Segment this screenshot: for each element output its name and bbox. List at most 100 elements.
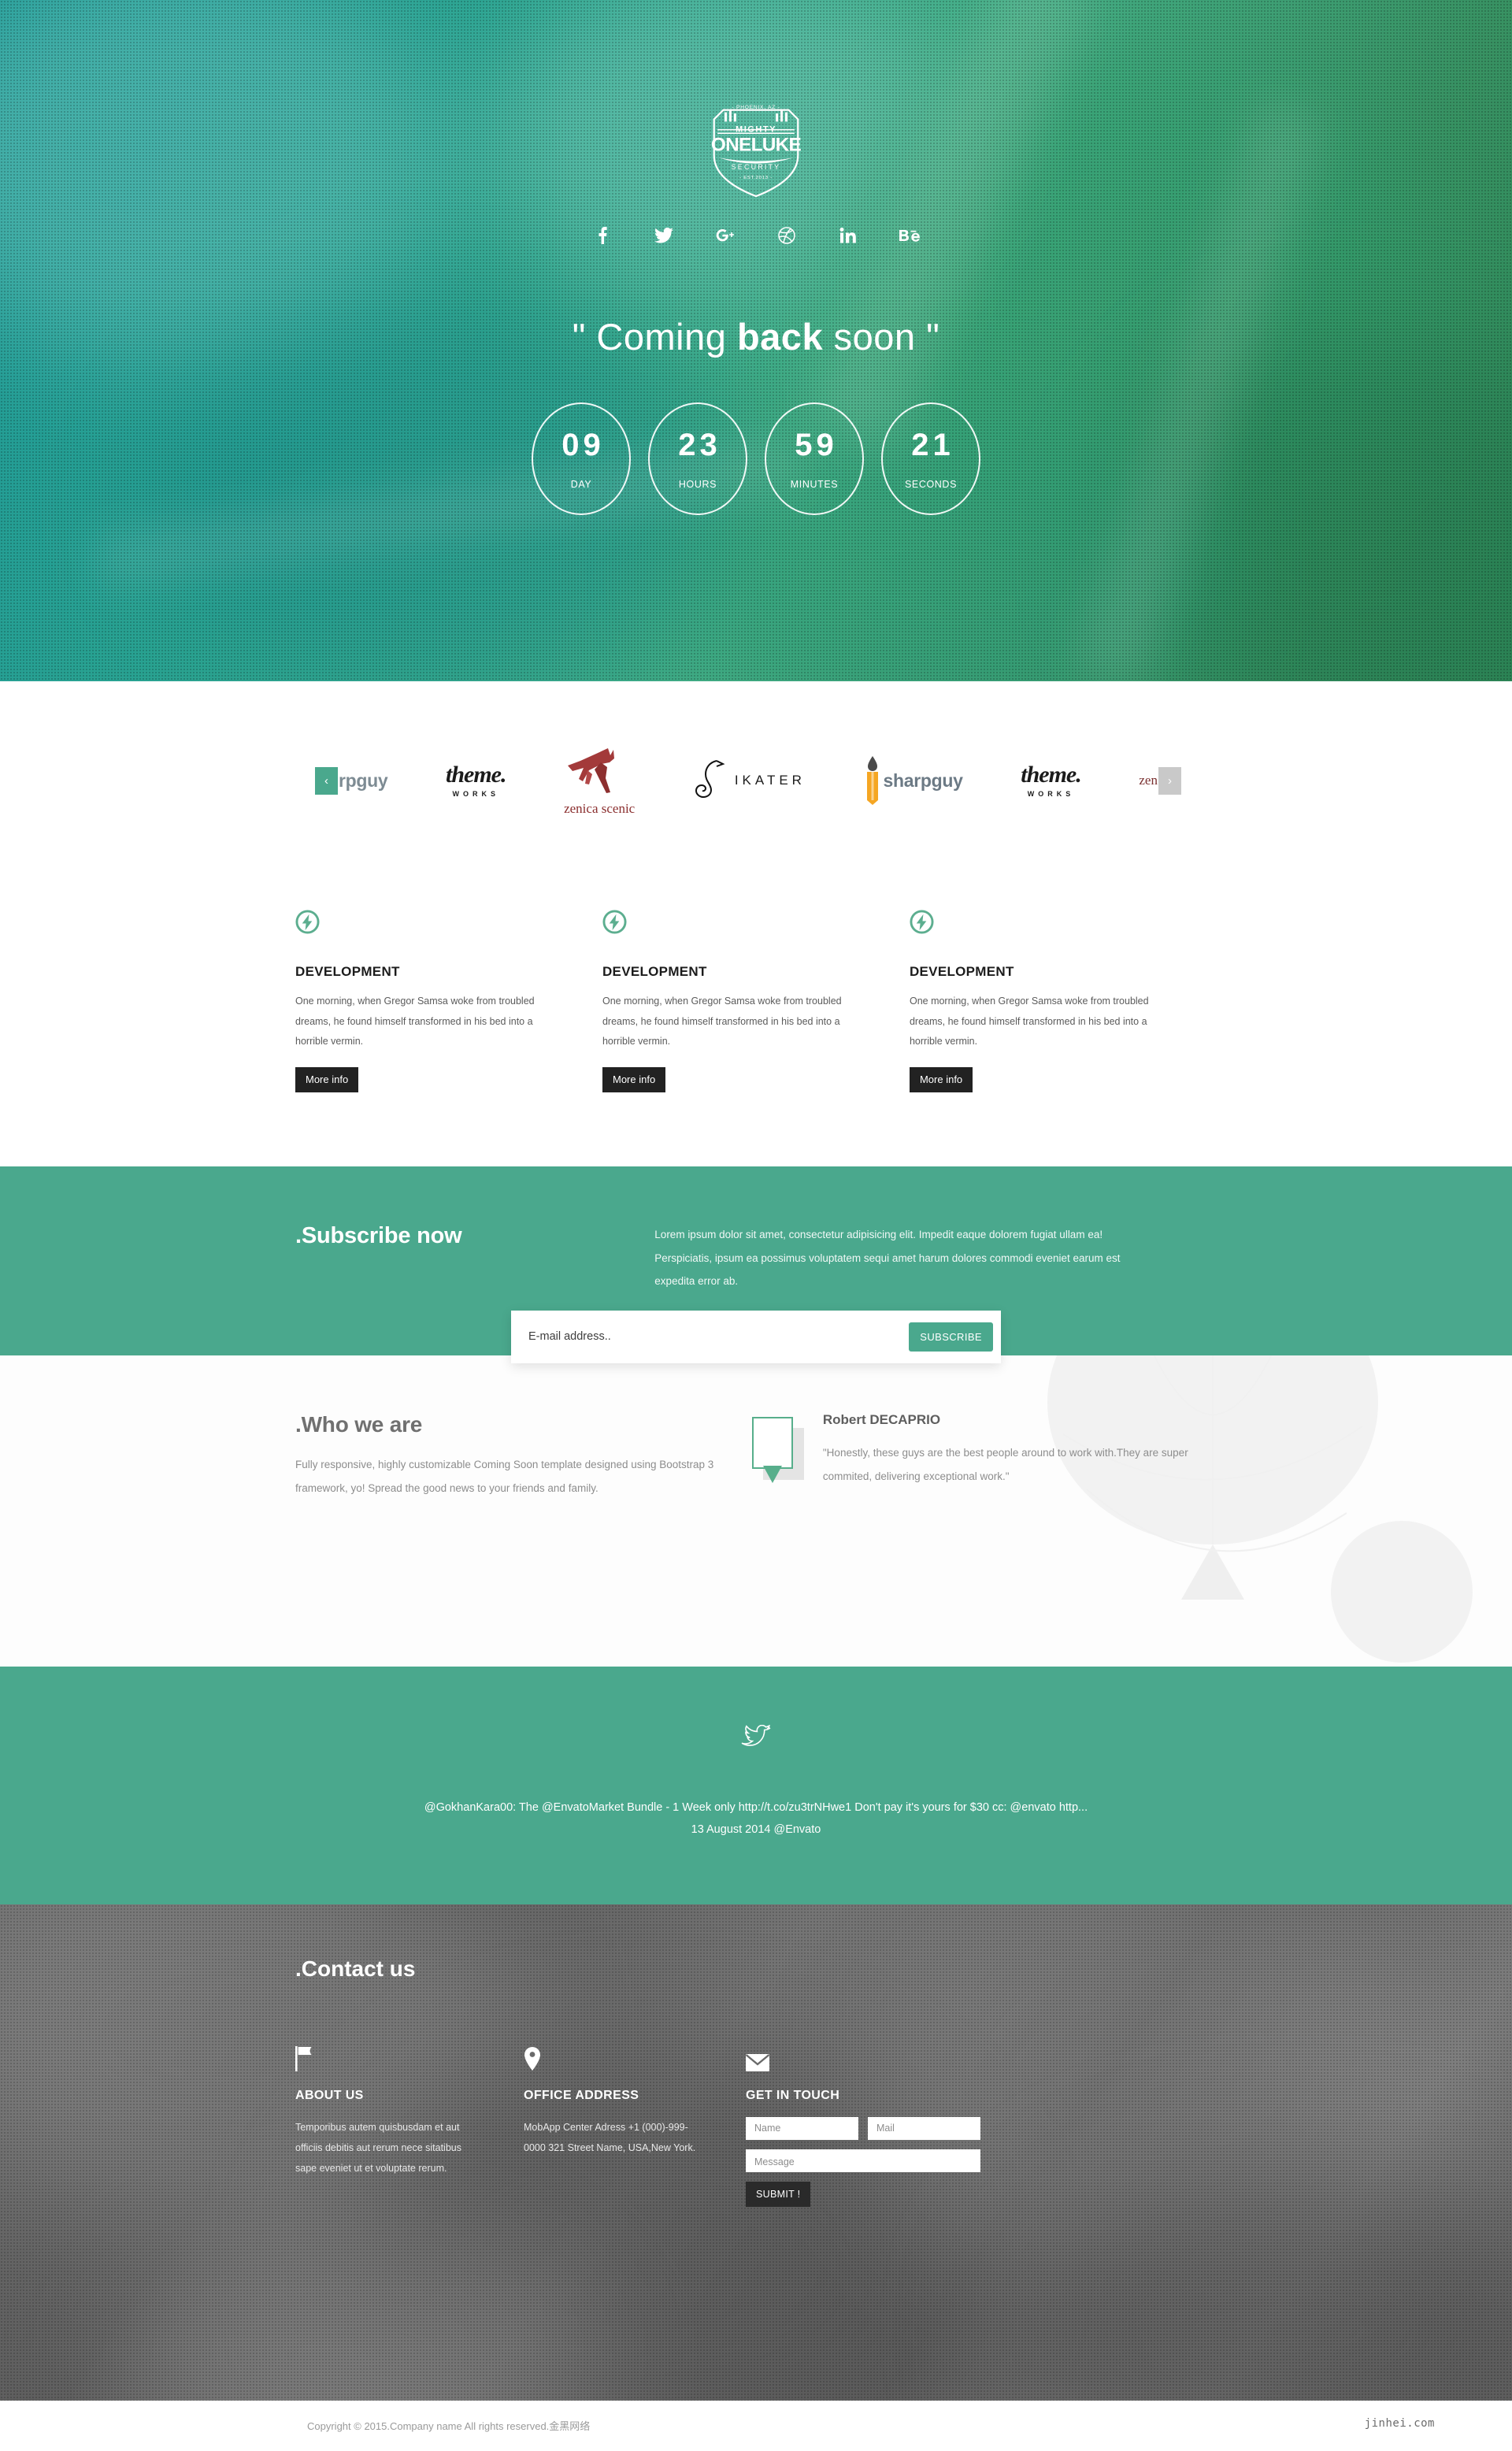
bolt-circle-icon [910, 910, 934, 934]
who-we-are-body: Fully responsive, highly customizable Co… [295, 1458, 714, 1494]
testimonial: Robert DECAPRIO "Honestly, these guys ar… [728, 1412, 1217, 1500]
who-we-are-heading: .Who we are [295, 1411, 423, 1437]
copyright-text: Copyright © 2015.Company name All rights… [307, 2419, 591, 2432]
logo-mighty-text: MIGHTY [736, 125, 776, 135]
contact-about-body: Temporibus autem quisbusdam et aut offic… [295, 2121, 461, 2175]
google-plus-icon[interactable] [715, 225, 736, 246]
logo-security-text: SECURITY [732, 163, 781, 171]
service-body: One morning, when Gregor Samsa woke from… [295, 996, 535, 1048]
flag-icon [295, 2045, 524, 2071]
subscribe-button[interactable]: SUBSCRIBE [909, 1322, 993, 1352]
twitter-bird-icon [741, 1724, 771, 1746]
envelope-icon [746, 2045, 1217, 2071]
service-title: DEVELOPMENT [909, 964, 1014, 979]
who-we-are-left: .Who we are Fully responsive, highly cus… [295, 1412, 728, 1500]
hero-title-pre: " Coming [572, 316, 737, 358]
facebook-icon[interactable] [592, 225, 613, 246]
balloon-background-image [1047, 1355, 1473, 1663]
service-more-info-button[interactable]: More info [909, 1066, 973, 1092]
service-more-info-button[interactable]: More info [602, 1066, 666, 1092]
subscribe-email-input[interactable] [528, 1330, 910, 1344]
dribbble-icon[interactable] [776, 225, 797, 246]
client-logo-theme-works-sub: WORKS [452, 790, 499, 798]
map-pin-icon [524, 2045, 746, 2071]
hero-title-bold: back [736, 316, 824, 358]
services-section: DEVELOPMENT One morning, when Gregor Sam… [0, 910, 1512, 1166]
testimonial-author: Robert DECAPRIO [822, 1411, 941, 1427]
contact-submit-button[interactable]: SUBMIT ! [746, 2181, 811, 2207]
carousel-prev-button[interactable]: ‹ [315, 766, 338, 795]
subscribe-heading: .Subscribe now [295, 1222, 462, 1248]
client-logo-ikater[interactable]: IKATER [693, 756, 806, 805]
countdown-minutes-value: 59 [795, 428, 838, 462]
client-logo-theme-works-2-name: theme. [1021, 762, 1081, 788]
countdown-minutes-label: MINUTES [790, 479, 839, 490]
client-logo-zen-partial[interactable]: zen [1139, 773, 1158, 788]
contact-form-title: GET IN TOUCH [746, 2088, 840, 2102]
contact-form: SUBMIT ! [746, 2116, 1217, 2207]
client-logo-theme-works[interactable]: theme. WORKS [446, 763, 506, 798]
contact-form-column: GET IN TOUCH SUBMIT ! [746, 2045, 1217, 2207]
contact-about-column: ABOUT US Temporibus autem quisbusdam et … [295, 2045, 524, 2207]
contact-message-input[interactable] [746, 2149, 980, 2172]
contact-section: .Contact us ABOUT US Temporibus autem qu… [0, 1904, 1512, 2401]
countdown-seconds-value: 21 [911, 428, 954, 462]
logo-location-text: - PHOENIX, AZ - [732, 105, 780, 110]
site-watermark: jinhei.com [1364, 2416, 1435, 2430]
hero-section: - PHOENIX, AZ - MIGHTY ONELUKE SECURITY … [0, 0, 1512, 681]
subscribe-body: Lorem ipsum dolor sit amet, consectetur … [654, 1228, 1121, 1288]
coming-soon-page: - PHOENIX, AZ - MIGHTY ONELUKE SECURITY … [0, 0, 1512, 2451]
client-logo-theme-works-2[interactable]: theme. WORKS [1021, 763, 1081, 798]
bolt-circle-icon [295, 910, 320, 934]
client-logo-theme-works-2-sub: WORKS [1027, 790, 1075, 798]
countdown-hours-value: 23 [678, 428, 721, 462]
subscribe-form: SUBSCRIBE [511, 1310, 1001, 1363]
clients-logo-row: rpguy theme. WORKS zenica scenic IKATER … [339, 747, 1158, 816]
countdown-minutes: 59 MINUTES [765, 402, 864, 515]
brush-icon [866, 756, 878, 805]
client-logo-theme-works-name: theme. [445, 762, 506, 788]
quote-bubble-tail [762, 1465, 782, 1483]
countdown-days-value: 09 [561, 428, 605, 462]
countdown-hours-label: HOURS [678, 479, 717, 490]
contact-mail-input[interactable] [868, 2116, 980, 2140]
quote-bubble-icon [751, 1416, 804, 1483]
logo-name-text: ONELUKE [711, 134, 802, 155]
service-title: DEVELOPMENT [295, 964, 400, 979]
hero-title-post: soon " [823, 316, 940, 358]
contact-about-title: ABOUT US [295, 2088, 364, 2102]
service-more-info-button[interactable]: More info [295, 1066, 359, 1092]
page-footer: Copyright © 2015.Company name All rights… [0, 2400, 1512, 2451]
contact-name-input[interactable] [746, 2116, 858, 2140]
client-logo-sharpguy[interactable]: sharpguy [864, 756, 963, 805]
countdown-hours: 23 HOURS [648, 402, 747, 515]
clients-carousel-section: ‹ › rpguy theme. WORKS zenica scenic IKA… [0, 681, 1512, 910]
swan-icon [695, 760, 725, 799]
tweet-text: @GokhanKara00: The @EnvatoMarket Bundle … [424, 1800, 1088, 1814]
countdown-timer: 09 DAY 23 HOURS 59 MINUTES 21 SECONDS [532, 402, 980, 515]
countdown-seconds-label: SECONDS [904, 479, 958, 490]
service-body: One morning, when Gregor Samsa woke from… [602, 996, 842, 1048]
contact-bg-blob [94, 2219, 598, 2401]
quote-bubble-box [751, 1416, 793, 1469]
countdown-days: 09 DAY [532, 402, 631, 515]
linkedin-icon[interactable] [838, 225, 858, 246]
client-logo-ikater-text: IKATER [734, 773, 806, 788]
client-logo-zenica-scenic[interactable]: zenica scenic [564, 745, 635, 817]
contact-office-body: MobApp Center Adress +1 (000)-999-0000 3… [524, 2121, 696, 2154]
client-logo-zenica-label: zenica scenic [564, 800, 636, 816]
social-links [592, 225, 920, 246]
countdown-seconds: 21 SECONDS [881, 402, 980, 515]
service-card: DEVELOPMENT One morning, when Gregor Sam… [295, 910, 602, 1092]
carousel-next-button[interactable]: › [1158, 766, 1181, 795]
tweet-date: 13 August 2014 @Envato [691, 1822, 821, 1836]
behance-icon[interactable] [899, 225, 920, 246]
client-logo-sharpguy-text: sharpguy [883, 769, 963, 791]
client-logo-sharpguy-partial[interactable]: rpguy [339, 770, 388, 792]
contact-heading: .Contact us [295, 1956, 416, 1981]
twitter-icon[interactable] [654, 225, 674, 246]
contact-office-title: OFFICE ADDRESS [524, 2088, 639, 2102]
service-title: DEVELOPMENT [602, 964, 707, 979]
testimonial-text: "Honestly, these guys are the best peopl… [822, 1446, 1188, 1482]
deer-icon [568, 747, 615, 793]
